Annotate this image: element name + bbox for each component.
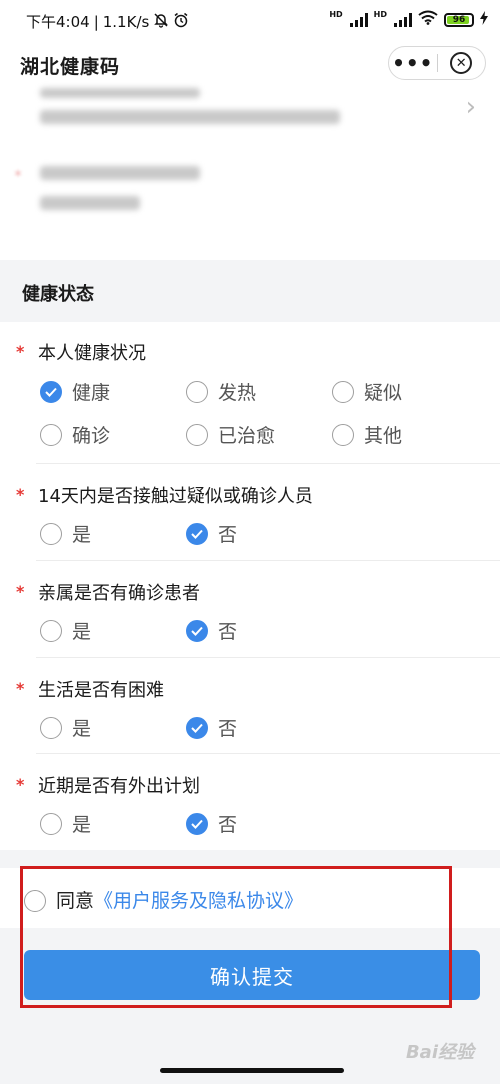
radio-unchecked-icon <box>332 423 354 446</box>
required-mark: * <box>16 342 25 361</box>
option-yes[interactable]: 是 <box>40 714 91 741</box>
option-fever[interactable]: 发热 <box>186 378 256 405</box>
battery-icon: 96 <box>444 12 474 27</box>
network-speed: 1.1K/s <box>102 12 150 31</box>
required-star-blurred: * <box>14 166 22 185</box>
hd-label: HD <box>373 10 387 19</box>
option-label: 是 <box>72 814 92 836</box>
blurred-text <box>40 88 200 98</box>
option-other[interactable]: 其他 <box>332 421 402 448</box>
question-label: 生活是否有困难 <box>38 680 164 701</box>
signal-icon <box>349 12 368 27</box>
required-mark: * <box>16 582 25 601</box>
more-button[interactable]: ••• <box>389 48 437 78</box>
blurred-text <box>40 196 140 210</box>
bell-off-icon <box>153 12 169 32</box>
blurred-text <box>40 110 340 124</box>
option-healthy[interactable]: 健康 <box>40 378 110 405</box>
radio-unchecked-icon <box>40 423 62 446</box>
close-button[interactable]: ✕ <box>437 52 485 74</box>
option-yes[interactable]: 是 <box>40 810 91 837</box>
option-recovered[interactable]: 已治愈 <box>186 421 275 448</box>
question-label: 14天内是否接触过疑似或确诊人员 <box>38 486 313 507</box>
status-time: 下午4:04 <box>26 13 90 31</box>
radio-unchecked-icon <box>40 716 62 739</box>
status-separator: | <box>93 12 99 31</box>
divider <box>36 657 500 658</box>
battery-level: 96 <box>452 14 466 25</box>
option-no[interactable]: 否 <box>186 617 237 644</box>
highlight-box <box>20 866 452 1008</box>
radio-checked-icon <box>186 716 208 739</box>
radio-checked-icon <box>186 812 208 835</box>
radio-unchecked-icon <box>40 522 62 545</box>
divider <box>36 753 500 754</box>
radio-unchecked-icon <box>40 619 62 642</box>
option-label: 已治愈 <box>218 425 276 447</box>
wifi-icon <box>418 10 438 29</box>
option-label: 否 <box>218 718 238 740</box>
option-yes[interactable]: 是 <box>40 520 91 547</box>
option-label: 其他 <box>364 425 403 447</box>
required-mark: * <box>16 485 25 504</box>
home-indicator[interactable] <box>160 1068 344 1073</box>
radio-unchecked-icon <box>40 812 62 835</box>
option-label: 否 <box>218 621 238 643</box>
option-label: 是 <box>72 718 92 740</box>
radio-unchecked-icon <box>186 380 208 403</box>
required-mark: * <box>16 679 25 698</box>
status-right: HD HD 96 <box>329 10 488 29</box>
watermark: Bai经验 <box>405 1042 474 1063</box>
mini-program-title-bar: 湖北健康码 ••• ✕ <box>0 40 500 88</box>
divider <box>36 560 500 561</box>
charging-icon <box>480 10 488 29</box>
address-card: › * <box>0 88 500 260</box>
question-label: 本人健康状况 <box>38 343 146 364</box>
close-icon: ✕ <box>450 52 473 74</box>
status-bar: 下午4:04 | 1.1K/s HD HD 96 <box>0 0 500 40</box>
blurred-text <box>40 166 200 180</box>
option-label: 发热 <box>218 382 257 404</box>
radio-unchecked-icon <box>186 423 208 446</box>
radio-checked-icon <box>40 380 62 403</box>
hd-label: HD <box>329 10 343 19</box>
option-label: 疑似 <box>364 382 403 404</box>
radio-checked-icon <box>186 522 208 545</box>
alarm-icon <box>173 12 189 32</box>
status-left: 下午4:04 | 1.1K/s <box>26 11 189 32</box>
option-label: 健康 <box>72 382 111 404</box>
question-label: 亲属是否有确诊患者 <box>38 583 200 604</box>
capsule-menu: ••• ✕ <box>388 46 486 80</box>
option-label: 否 <box>218 524 238 546</box>
option-suspected[interactable]: 疑似 <box>332 378 402 405</box>
option-no[interactable]: 否 <box>186 810 237 837</box>
chevron-right-icon[interactable]: › <box>466 92 476 122</box>
health-form: * 本人健康状况 健康 发热 疑似 确诊 已治愈 其他 * 14天内是否接触过疑… <box>0 322 500 850</box>
section-title-health-status: 健康状态 <box>22 284 94 305</box>
page-title: 湖北健康码 <box>20 56 121 78</box>
question-label: 近期是否有外出计划 <box>38 776 200 797</box>
option-yes[interactable]: 是 <box>40 617 91 644</box>
option-label: 是 <box>72 621 92 643</box>
option-confirmed[interactable]: 确诊 <box>40 421 110 448</box>
signal-icon <box>394 12 412 27</box>
radio-checked-icon <box>186 619 208 642</box>
option-label: 确诊 <box>72 425 111 447</box>
option-no[interactable]: 否 <box>186 714 237 741</box>
divider <box>36 463 500 464</box>
required-mark: * <box>16 775 25 794</box>
option-label: 是 <box>72 524 92 546</box>
option-no[interactable]: 否 <box>186 520 237 547</box>
option-label: 否 <box>218 814 238 836</box>
radio-unchecked-icon <box>332 380 354 403</box>
